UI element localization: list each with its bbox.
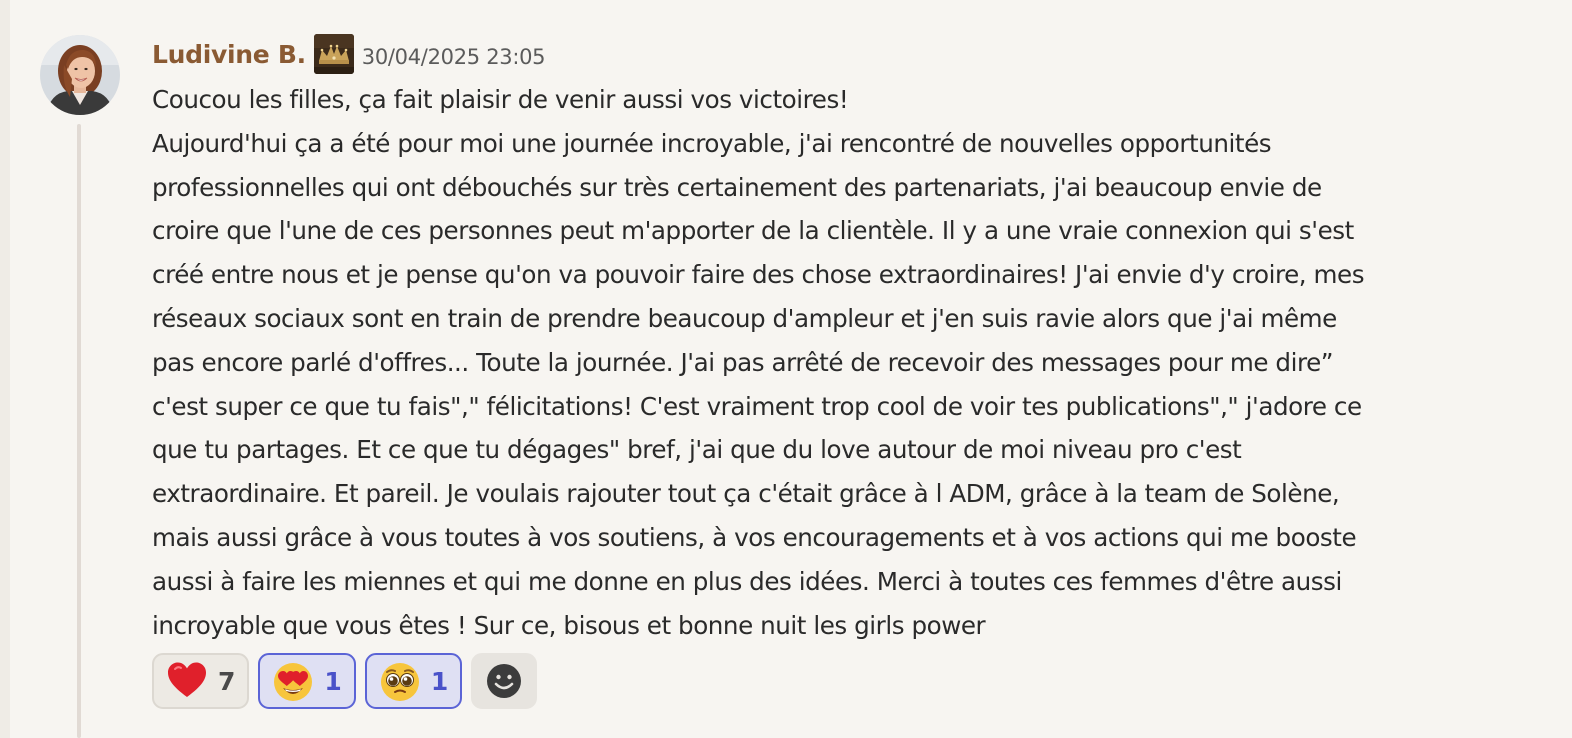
reaction-count: 1: [430, 666, 449, 696]
reaction-bar: 7 1 1: [152, 653, 538, 709]
red-heart-icon: [168, 662, 206, 697]
pleading-face-emoji-icon: [380, 663, 419, 701]
message-line: pas encore parlé d'offres... Toute la jo…: [152, 347, 1334, 377]
message-timestamp: 30/04/2025 23:05: [361, 45, 546, 69]
reaction-heart-eyes-button[interactable]: 1: [258, 653, 356, 709]
message-line: réseaux sociaux sont en train de prendre…: [152, 303, 1337, 333]
message-line: Coucou les filles, ça fait plaisir de ve…: [152, 85, 849, 114]
thread-line: [77, 124, 81, 738]
message-header: Ludivine B. 30/04/2025 23:05: [152, 31, 546, 77]
crown-badge-icon[interactable]: [313, 34, 354, 74]
author-name[interactable]: Ludivine B.: [152, 40, 306, 69]
avatar-photo-icon: [40, 35, 120, 115]
message-line: croire que l'une de ces personnes peut m…: [152, 216, 1354, 246]
message-line: que tu partages. Et ce que tu dégages" b…: [152, 435, 1242, 465]
reaction-pleading-face-button[interactable]: 1: [364, 653, 463, 709]
add-reaction-smiley-icon: [487, 664, 522, 698]
message-line: extraordinaire. Et pareil. Je voulais ra…: [152, 479, 1340, 509]
reaction-count: 1: [324, 666, 342, 696]
user-avatar[interactable]: [40, 35, 120, 115]
message-line: mais aussi grâce à vous toutes à vos sou…: [152, 522, 1357, 552]
heart-eyes-emoji-icon: [274, 663, 313, 701]
reaction-count: 7: [218, 666, 236, 696]
reaction-heart-button[interactable]: 7: [152, 653, 250, 709]
message-line: professionnelles qui ont débouchés sur t…: [152, 172, 1322, 202]
message-body: Coucou les filles, ça fait plaisir de ve…: [152, 78, 1512, 647]
add-reaction-button[interactable]: [471, 653, 538, 709]
message-line: Aujourd'hui ça a été pour moi une journé…: [152, 128, 1272, 158]
message-line: incroyable que vous êtes ! Sur ce, bisou…: [152, 610, 986, 640]
chat-message: Ludivine B. 30/04/2025 23:05 Coucou les …: [0, 0, 1572, 738]
message-line: aussi à faire les miennes et qui me donn…: [152, 566, 1342, 596]
message-line: créé entre nous et je pense qu'on va pou…: [152, 260, 1365, 290]
message-line: c'est super ce que tu fais"," félicitati…: [152, 391, 1362, 421]
